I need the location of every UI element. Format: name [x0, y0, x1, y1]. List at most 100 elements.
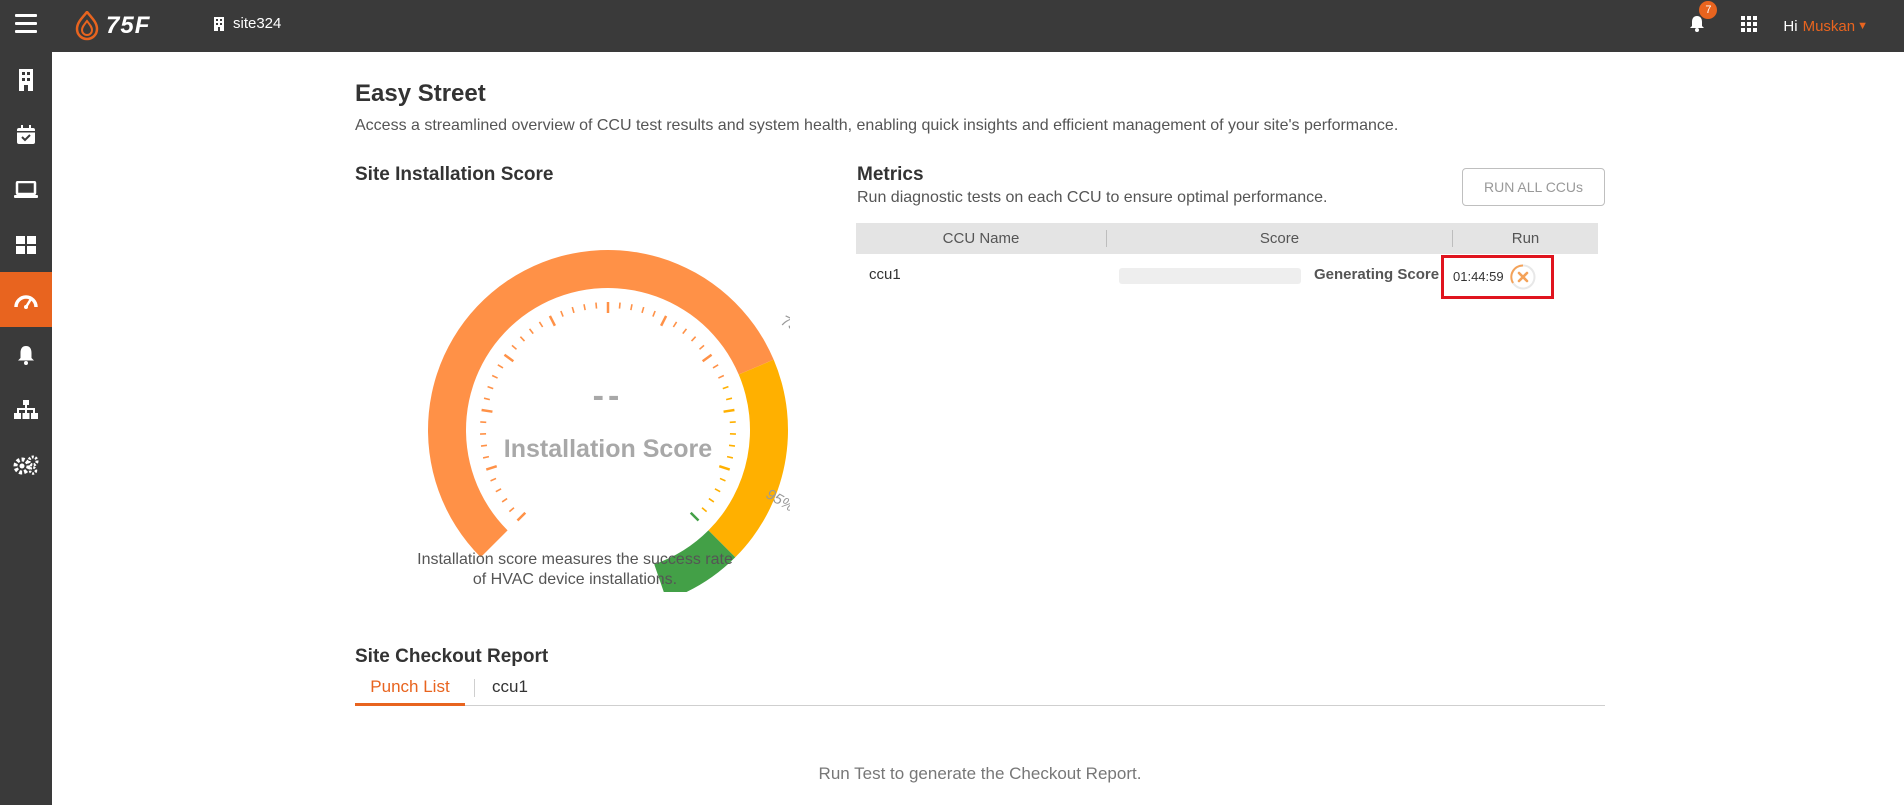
gauge-tick [690, 336, 697, 342]
gauge-tick [487, 385, 494, 390]
gauge-tick [718, 464, 731, 471]
gauge-tick [516, 511, 527, 522]
apps-grid-button[interactable] [1741, 15, 1758, 37]
site-selector[interactable]: site324 [213, 15, 281, 32]
gauge-tick [482, 455, 490, 459]
score-status: Generating Score [1314, 266, 1440, 283]
cancel-run-button[interactable] [1510, 264, 1536, 290]
gauge-tick [490, 477, 497, 482]
flame-logo-icon [75, 11, 99, 41]
notifications-button[interactable]: 7 [1689, 1, 1718, 37]
building-icon [214, 16, 224, 31]
gauge-tick [497, 364, 504, 369]
gauge-tick [726, 455, 734, 459]
brand-name: 75F [106, 12, 151, 39]
gauge-tick [660, 315, 668, 327]
checkout-empty-message: Run Test to generate the Checkout Report… [818, 764, 1142, 783]
gauge-tick [708, 497, 715, 503]
gauge-tick [712, 364, 719, 369]
gauge-tick [503, 353, 515, 363]
sidebar-item-dashboard[interactable] [0, 217, 52, 272]
sidebar [0, 52, 52, 805]
gauge-tick [725, 397, 733, 401]
gauge-caption-line-2: of HVAC device installations. [472, 571, 678, 588]
gauge-tick [519, 336, 526, 342]
user-menu[interactable]: Hi Muskan ▼ [1783, 18, 1868, 35]
chevron-down-icon: ▼ [1857, 20, 1868, 32]
tab-punch-list[interactable]: Punch List [355, 672, 465, 706]
gauge-tick [583, 304, 586, 311]
gauge-tick [538, 321, 544, 328]
gauge-tick [485, 464, 498, 471]
gauge-tick [511, 344, 518, 350]
gauge-tick [560, 310, 564, 317]
close-circle-icon [1510, 264, 1536, 290]
score-label: Installation Score [504, 435, 712, 463]
sidebar-item-alerts[interactable] [0, 327, 52, 382]
column-header-run: Run [1511, 230, 1540, 247]
gauge-tick [501, 497, 508, 503]
gears-icon [13, 455, 39, 475]
sitemap-icon [14, 399, 38, 419]
gauge-tick [491, 374, 498, 379]
gauge-tick [548, 315, 556, 327]
gauge-tick [652, 310, 656, 317]
checkout-report-title: Site Checkout Report [355, 646, 549, 667]
sidebar-item-schedules[interactable] [0, 107, 52, 162]
column-header-score: Score [1259, 230, 1300, 247]
ccu-name-cell: ccu1 [869, 266, 901, 283]
laptop-icon [14, 180, 38, 198]
gauge-tick [682, 328, 688, 335]
building-icon [19, 68, 33, 91]
gauge-tick [728, 444, 736, 447]
gauge-tick [722, 385, 729, 390]
run-all-ccus-button[interactable]: RUN ALL CCUs [1462, 168, 1605, 206]
apps-grid-icon [1741, 15, 1758, 32]
score-value: -- [593, 377, 624, 415]
gauge-tick [723, 408, 735, 413]
gauge-caption: Installation score measures the success … [355, 550, 795, 590]
gauge-caption-line-1: Installation score measures the success … [417, 551, 733, 568]
hamburger-menu-icon[interactable] [15, 14, 37, 36]
user-name: Muskan [1802, 17, 1856, 35]
tab-ccu1[interactable]: ccu1 [485, 672, 535, 706]
brand-logo[interactable]: 75F [74, 8, 150, 44]
installation-score-title: Site Installation Score [355, 164, 554, 185]
gauge-tick [719, 477, 726, 482]
calendar-check-icon [17, 124, 35, 144]
page-title: Easy Street [355, 80, 486, 107]
sidebar-item-buildings[interactable] [0, 52, 52, 107]
checkout-tabs: Punch List ccu1 [355, 672, 1605, 706]
sidebar-item-hierarchy[interactable] [0, 382, 52, 437]
sidebar-item-settings[interactable] [0, 437, 52, 492]
table-row: ccu1 Generating Score 01:44:59 [856, 254, 1598, 299]
metrics-subtitle: Run diagnostic tests on each CCU to ensu… [857, 189, 1328, 206]
column-header-ccu-name: CCU Name [942, 230, 1020, 247]
bell-icon [18, 345, 34, 365]
gauge-tick [698, 344, 705, 350]
run-timer: 01:44:59 [1453, 269, 1504, 284]
sidebar-item-devices[interactable] [0, 162, 52, 217]
gauge-tick [672, 321, 678, 328]
gauge-tick [714, 488, 721, 493]
gauge-tick [571, 306, 575, 314]
gauge-tick [641, 306, 645, 314]
gauge-tick [618, 302, 621, 309]
gauge-tick [718, 374, 725, 379]
gauge-tick [480, 444, 488, 447]
top-bar: 75F site324 7 Hi Muskan ▼ [0, 0, 1904, 52]
notification-count-badge: 7 [1699, 1, 1718, 19]
gauge-tick [701, 353, 713, 363]
gauge-svg: 75% 95% -- Installation Score [428, 250, 813, 601]
threshold-75-label: 75% [778, 312, 790, 340]
speedometer-icon [14, 294, 38, 309]
score-progress-bar [1119, 268, 1301, 284]
sidebar-item-easy-street[interactable] [0, 272, 52, 327]
gauge-tick [595, 302, 598, 309]
gauge-tick [508, 507, 515, 513]
gauge-segment-mid [708, 359, 788, 558]
gauge-tick [630, 304, 633, 311]
site-name: site324 [233, 15, 282, 32]
greeting-text: Hi [1783, 17, 1798, 35]
gauge-tick [495, 488, 502, 493]
